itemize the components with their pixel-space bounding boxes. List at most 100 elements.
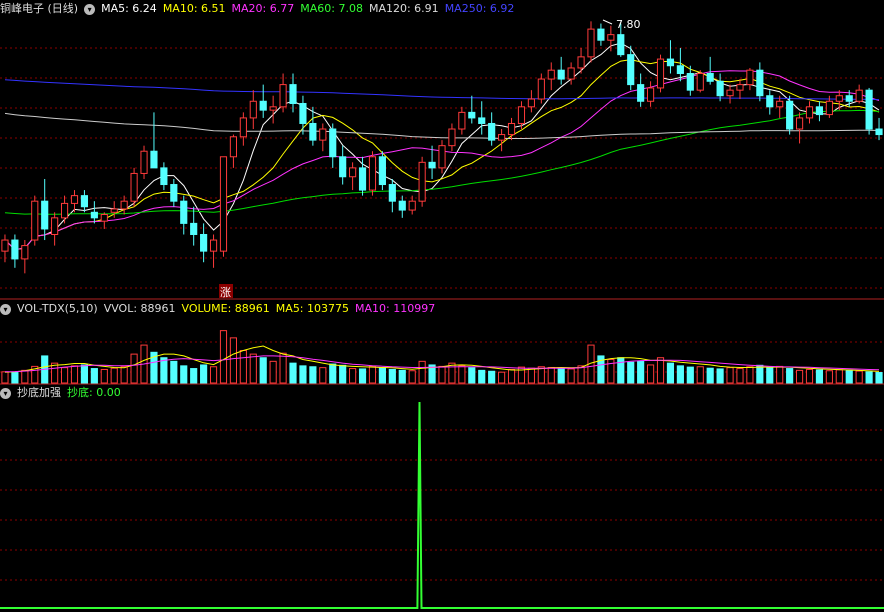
volume-bar bbox=[269, 360, 277, 384]
ma60-legend: MA60: 7.08 bbox=[300, 2, 363, 15]
candle-body bbox=[219, 156, 228, 252]
candle-body bbox=[378, 156, 386, 186]
candle-body bbox=[746, 69, 754, 86]
volume-bar bbox=[736, 368, 744, 384]
candle-body bbox=[786, 100, 794, 130]
candle-body bbox=[488, 122, 496, 141]
candle-body bbox=[875, 128, 883, 136]
candle-body bbox=[656, 58, 665, 89]
candle-body bbox=[41, 200, 49, 230]
candle-body bbox=[259, 100, 267, 111]
volume-legend: VOLUME: 88961 bbox=[181, 302, 270, 315]
candle-body bbox=[279, 84, 287, 108]
candle-body bbox=[795, 117, 804, 130]
candle-body bbox=[269, 106, 277, 111]
candle-body bbox=[70, 195, 79, 204]
volume-bar bbox=[647, 364, 655, 384]
volume-bar bbox=[60, 367, 69, 384]
volume-bar bbox=[90, 368, 98, 384]
volume-bar bbox=[676, 365, 684, 384]
vvol-legend: VVOL: 88961 bbox=[103, 302, 176, 315]
candle-body bbox=[31, 200, 39, 241]
volume-bar bbox=[656, 357, 665, 384]
candle-body bbox=[478, 117, 486, 124]
candle-body bbox=[180, 200, 188, 224]
candle-body bbox=[815, 106, 824, 116]
candle-body bbox=[289, 84, 297, 104]
candle-body bbox=[60, 202, 69, 219]
candle-body bbox=[110, 208, 118, 213]
candle-body bbox=[527, 98, 535, 108]
candle-body bbox=[766, 95, 774, 108]
candle-body bbox=[51, 217, 59, 235]
candle-body bbox=[120, 200, 128, 210]
candle-body bbox=[140, 150, 148, 174]
volume-bar bbox=[855, 370, 863, 384]
high-price-marker bbox=[602, 19, 613, 25]
candle-body bbox=[537, 78, 545, 100]
candle-body bbox=[647, 87, 655, 102]
candle-body bbox=[309, 122, 317, 141]
candle-body bbox=[339, 156, 347, 178]
candle-body bbox=[756, 69, 764, 97]
candle-body bbox=[855, 89, 863, 102]
volume-bar bbox=[358, 368, 367, 384]
volume-bar bbox=[289, 362, 297, 384]
candle-body bbox=[716, 80, 724, 97]
candle-body bbox=[845, 95, 853, 102]
volume-bar bbox=[80, 364, 89, 384]
volume-bar bbox=[160, 357, 168, 384]
indicator-settings-icon[interactable]: ▾ bbox=[0, 387, 11, 399]
volume-bar bbox=[686, 366, 694, 384]
volume-bar bbox=[756, 364, 764, 384]
candle-body bbox=[835, 95, 843, 102]
volume-bar bbox=[190, 368, 198, 384]
candle-body bbox=[349, 167, 357, 178]
candle-body bbox=[686, 73, 694, 91]
volume-bar bbox=[259, 357, 267, 384]
candle-body bbox=[468, 111, 476, 119]
volume-bar bbox=[815, 369, 824, 384]
volume-series bbox=[1, 330, 883, 384]
volume-bar bbox=[1, 371, 9, 384]
volume-bar bbox=[170, 360, 178, 384]
vol-ma10-legend: MA10: 110997 bbox=[355, 302, 436, 315]
volume-bar bbox=[458, 365, 466, 384]
candle-body bbox=[498, 134, 506, 141]
volume-bar bbox=[706, 367, 714, 384]
candle-body bbox=[209, 239, 218, 252]
candle-body bbox=[319, 128, 327, 141]
candle-body bbox=[776, 100, 784, 108]
candle-body bbox=[11, 239, 19, 260]
candle-body bbox=[547, 69, 555, 80]
candle-body bbox=[587, 28, 595, 58]
candle-body bbox=[90, 211, 98, 219]
settings-icon[interactable]: ▾ bbox=[84, 3, 96, 15]
volume-bar bbox=[716, 368, 724, 384]
ma5-legend: MA5: 6.24 bbox=[101, 2, 157, 15]
candle-body bbox=[736, 84, 744, 91]
volume-title: VOL-TDX(5,10) bbox=[17, 302, 98, 315]
volume-bar bbox=[696, 366, 704, 384]
volume-bar bbox=[627, 361, 635, 384]
volume-bar bbox=[200, 364, 208, 384]
volume-bar bbox=[478, 369, 486, 384]
volume-bar bbox=[825, 370, 833, 384]
volume-settings-icon[interactable]: ▾ bbox=[0, 303, 11, 315]
candle-body bbox=[398, 200, 406, 211]
candle-body bbox=[458, 111, 466, 130]
candle-body bbox=[617, 34, 625, 56]
volume-bar bbox=[368, 365, 377, 384]
ma20-legend: MA20: 6.77 bbox=[231, 2, 295, 15]
volume-bar bbox=[666, 362, 675, 384]
volume-bar bbox=[339, 364, 347, 384]
volume-bar bbox=[557, 368, 565, 384]
volume-bar bbox=[746, 366, 754, 384]
volume-bar bbox=[845, 369, 853, 384]
candle-body bbox=[706, 73, 714, 82]
volume-bar bbox=[507, 368, 516, 384]
volume-bar bbox=[130, 353, 138, 384]
candle-body bbox=[21, 245, 29, 260]
volume-bar bbox=[21, 369, 29, 384]
volume-bar bbox=[279, 352, 287, 384]
